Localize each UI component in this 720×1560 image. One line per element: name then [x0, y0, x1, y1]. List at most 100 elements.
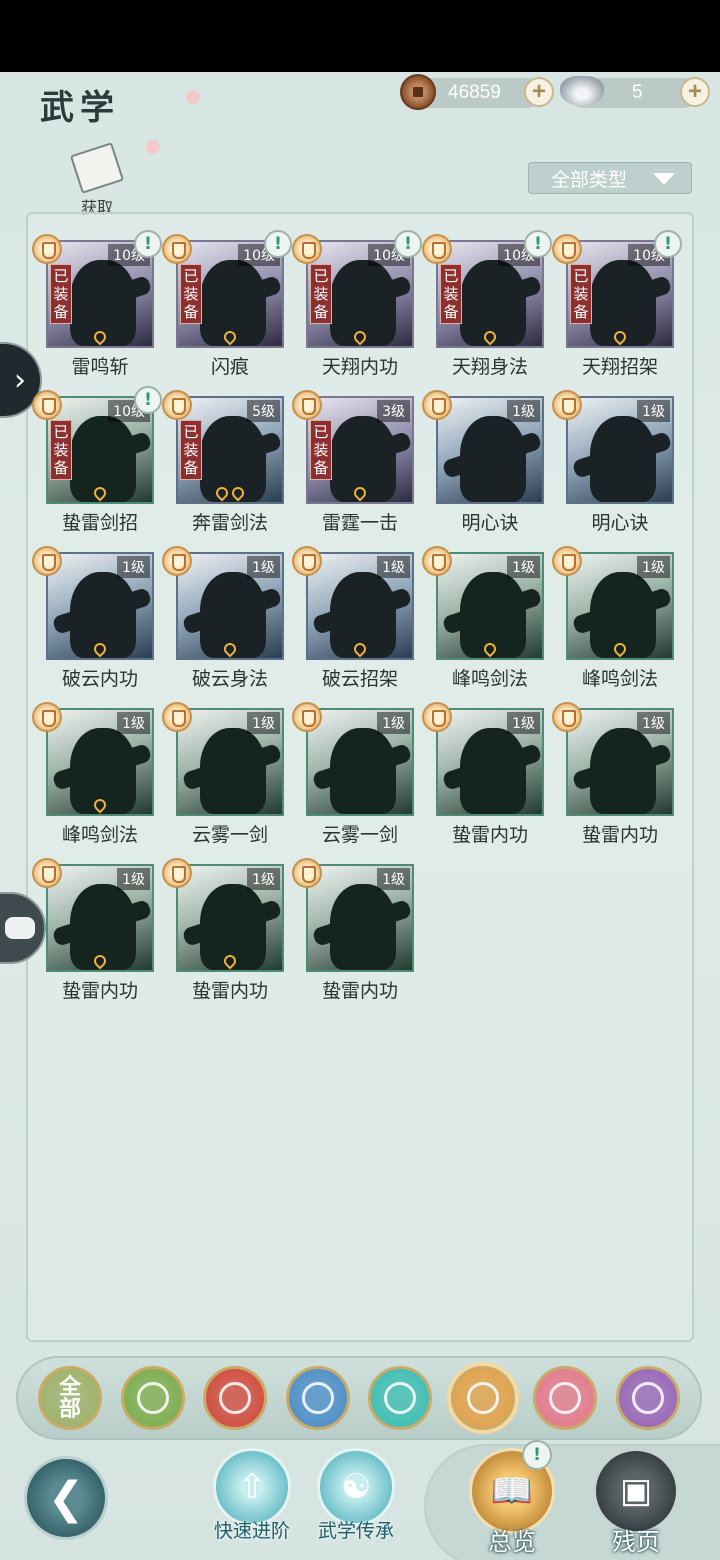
skill-card[interactable]: 1级 — [46, 708, 154, 816]
overview-alert-icon: ! — [522, 1440, 552, 1470]
skill-card[interactable]: 10级已装备 — [176, 240, 284, 348]
skill-cell[interactable]: 1级 云雾一剑 — [280, 702, 414, 862]
add-copper-button[interactable]: + — [524, 77, 554, 107]
skill-card[interactable]: 1级 — [176, 552, 284, 660]
skill-name: 天翔招架 — [581, 356, 658, 378]
skill-name: 破云招架 — [321, 668, 398, 690]
skill-card[interactable]: 1级 — [436, 552, 544, 660]
rank-shield-icon — [162, 546, 192, 576]
skill-level: 5级 — [247, 400, 280, 422]
skill-level: 1级 — [117, 712, 150, 734]
skill-card[interactable]: 10级已装备 — [46, 396, 154, 504]
equipped-tag: 已装备 — [180, 420, 202, 480]
skill-cell[interactable]: 10级已装备! 蛰雷剑招 — [20, 386, 162, 550]
school-filter-shield[interactable] — [450, 1366, 515, 1430]
rank-shield-icon — [32, 234, 62, 264]
skill-level: 1级 — [637, 712, 670, 734]
skill-cell[interactable]: 10级已装备! 天翔招架 — [540, 230, 682, 394]
skill-level: 1级 — [117, 556, 150, 578]
skill-card[interactable]: 5级已装备 — [176, 396, 284, 504]
skill-cell[interactable]: 1级 蛰雷内功 — [280, 858, 414, 1018]
skill-cell[interactable]: 5级已装备奔雷剑法 — [150, 390, 284, 550]
skill-card[interactable]: 10级已装备 — [566, 240, 674, 348]
skill-cell[interactable]: 1级峰鸣剑法 — [410, 546, 544, 706]
skill-level: 1级 — [377, 712, 410, 734]
quick-advance-button[interactable]: ⇧ 快速进阶 — [204, 1448, 300, 1543]
skill-card[interactable]: 1级 — [436, 396, 544, 504]
skill-card[interactable]: 1级 — [306, 864, 414, 972]
skill-cell[interactable]: 10级已装备! 天翔身法 — [410, 230, 552, 394]
school-filter-rose[interactable] — [615, 1366, 680, 1430]
arrow-up-icon: ⇧ — [213, 1448, 291, 1526]
rank-shield-icon — [292, 546, 322, 576]
skill-cell[interactable]: 10级已装备! 天翔内功 — [280, 230, 422, 394]
warrior-silhouette-icon — [200, 728, 266, 814]
school-filter-sword[interactable] — [120, 1366, 185, 1430]
school-filter-all[interactable]: 全部 — [38, 1366, 102, 1430]
skill-cell[interactable]: 1级 破云身法 — [150, 546, 284, 706]
skill-grid: 10级已装备! 雷鸣斩 10级已装备! 闪痕 10级已装备! 天翔内功 10级已装备! 天翔身… — [20, 230, 682, 1018]
skill-card[interactable]: 1级 — [176, 708, 284, 816]
skill-card[interactable]: 1级 — [46, 864, 154, 972]
skill-level: 1级 — [377, 868, 410, 890]
alert-icon: ! — [134, 386, 162, 414]
alert-icon: ! — [524, 230, 552, 258]
skill-cell[interactable]: 1级蛰雷内功 — [150, 858, 284, 1018]
rank-shield-icon — [422, 234, 452, 264]
blossom-decoration — [146, 140, 160, 154]
skill-cell[interactable]: 10级已装备! 闪痕 — [150, 230, 292, 394]
skill-cell[interactable]: 10级已装备! 雷鸣斩 — [20, 230, 162, 394]
skill-card[interactable]: 10级已装备 — [436, 240, 544, 348]
skill-cell[interactable]: 1级 蛰雷内功 — [20, 858, 154, 1018]
skill-cell[interactable]: 1级 峰鸣剑法 — [20, 702, 154, 862]
skill-card[interactable]: 1级 — [566, 708, 674, 816]
butterfly-icon — [384, 1382, 416, 1414]
skill-card[interactable]: 1级 — [176, 864, 284, 972]
add-silver-button[interactable]: + — [680, 77, 710, 107]
skill-cell[interactable]: 1级破云招架 — [280, 546, 414, 706]
skill-cell[interactable]: 1级 明心诀 — [540, 390, 674, 550]
skill-cell[interactable]: 1级 蛰雷内功 — [540, 702, 674, 862]
skill-name: 雷鸣斩 — [71, 356, 129, 378]
type-filter-dropdown[interactable]: 全部类型 — [528, 162, 692, 194]
school-filter-wave[interactable] — [285, 1366, 350, 1430]
skill-card[interactable]: 3级已装备 — [306, 396, 414, 504]
scroll-icon — [69, 142, 125, 194]
skill-card[interactable]: 1级 — [436, 708, 544, 816]
skill-name: 雷霆一击 — [321, 512, 398, 534]
martial-inherit-button[interactable]: ☯ 武学传承 — [308, 1448, 404, 1543]
rank-shield-icon — [292, 390, 322, 420]
equipped-tag: 已装备 — [440, 264, 462, 324]
skill-cell[interactable]: 1级 云雾一剑 — [150, 702, 284, 862]
skill-cell[interactable]: 1级 明心诀 — [410, 390, 544, 550]
skill-card[interactable]: 10级已装备 — [46, 240, 154, 348]
skill-card[interactable]: 1级 — [306, 708, 414, 816]
skill-cell[interactable]: 1级 峰鸣剑法 — [540, 546, 674, 706]
school-filter-butterfly[interactable] — [368, 1366, 432, 1430]
skill-card[interactable]: 1级 — [306, 552, 414, 660]
rank-shield-icon — [292, 234, 322, 264]
skill-card[interactable]: 10级已装备 — [306, 240, 414, 348]
skill-cell[interactable]: 1级 破云内功 — [20, 546, 154, 706]
equipped-tag: 已装备 — [570, 264, 592, 324]
warrior-silhouette-icon — [330, 728, 396, 814]
equipped-tag: 已装备 — [310, 420, 332, 480]
back-button[interactable]: ❮ — [24, 1456, 108, 1540]
school-filter-moon[interactable] — [533, 1366, 597, 1430]
rank-shield-icon — [292, 702, 322, 732]
fragments-label: 残页 — [612, 1528, 660, 1556]
skill-cell[interactable]: 1级 蛰雷内功 — [410, 702, 544, 862]
page-title: 武学 — [40, 88, 120, 128]
rank-shield-icon — [552, 234, 582, 264]
skill-cell[interactable]: 3级已装备雷霆一击 — [280, 390, 414, 550]
skill-card[interactable]: 1级 — [566, 396, 674, 504]
school-filter-flame[interactable] — [203, 1366, 267, 1430]
rank-shield-icon — [32, 546, 62, 576]
skill-card[interactable]: 1级 — [46, 552, 154, 660]
fragments-button[interactable]: ▣ 残页 — [586, 1448, 686, 1557]
acquire-button[interactable]: 获取 — [68, 142, 126, 217]
skill-name: 蛰雷内功 — [191, 980, 268, 1002]
skill-name: 峰鸣剑法 — [451, 668, 528, 690]
skill-card[interactable]: 1级 — [566, 552, 674, 660]
rank-shield-icon — [32, 702, 62, 732]
